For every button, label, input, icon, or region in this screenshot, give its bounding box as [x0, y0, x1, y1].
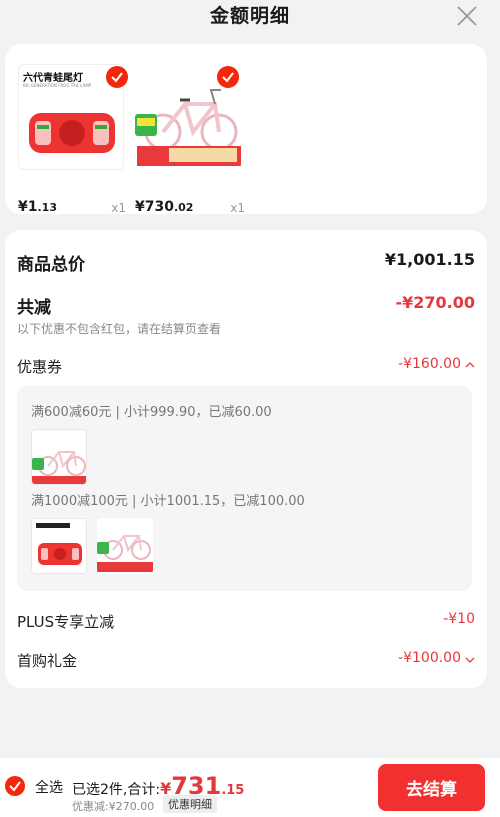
checkout-button[interactable]: 去结算 [378, 764, 485, 811]
reduce-value: -¥270.00 [395, 293, 475, 312]
discount-note: 以下优惠不包含红包，请在结算页查看 [17, 322, 222, 336]
gift-value: -¥100.00 [398, 650, 461, 666]
product-qty: x1 [230, 201, 245, 215]
coupon-rule-1000: 满1000减100元 | 小计1001.15，已减100.00 [31, 494, 305, 509]
price-dec: .02 [173, 201, 194, 214]
chevron-up-icon[interactable] [465, 360, 475, 370]
header: 金额明细 [0, 0, 500, 34]
total-row: 商品总价 ¥1,001.15 [17, 250, 475, 275]
tail-lamp-thumb [36, 523, 82, 565]
check-icon [111, 72, 123, 83]
gift-row[interactable]: 首购礼金 -¥100.00 [17, 650, 475, 671]
page-title: 金额明细 [209, 5, 290, 27]
coupon-item-tail-lamp [31, 518, 87, 574]
product-item-bike[interactable]: ¥730.02 x1 [135, 64, 245, 215]
bike-thumb [32, 451, 86, 484]
price-dec: .13 [37, 201, 57, 214]
gift-label: 首购礼金 [17, 652, 78, 670]
amount-detail-card: 商品总价 ¥1,001.15 共减 -¥270.00 以下优惠不包含红包，请在结… [5, 230, 487, 688]
coupon-item-bike [97, 518, 153, 574]
reduce-row: 共减 -¥270.00 [17, 293, 475, 318]
select-all-checkbox[interactable] [5, 776, 25, 796]
selected-count-text: 已选2件,合计: [72, 782, 161, 798]
chevron-down-icon[interactable] [465, 655, 475, 665]
product-checkbox[interactable] [217, 66, 239, 88]
price-int: ¥1 [18, 199, 38, 215]
discount-summary: 优惠减:¥270.00 [72, 800, 155, 813]
total-dec: .15 [221, 783, 245, 798]
total-label: 商品总价 [17, 255, 85, 275]
coupon-detail-box: 满600减60元 | 小计999.90，已减60.00 满1000减100元 |… [17, 386, 472, 591]
cart-total: 已选2件,合计:¥731.15 [72, 772, 244, 800]
reduce-label: 共减 [17, 298, 51, 318]
coupon-item-bike [31, 429, 87, 485]
product-price: ¥1.13 [18, 199, 57, 215]
check-icon [222, 72, 234, 83]
product-checkbox[interactable] [106, 66, 128, 88]
products-card: 六代青蛙尾灯 6th GENERATION FROG TAIL LAMP ¥1.… [5, 44, 487, 215]
discount-detail-button[interactable]: 优惠明细 [163, 795, 217, 813]
bottom-bar: 全选 已选2件,合计:¥731.15 优惠减:¥270.00 优惠明细 去结算 [0, 758, 500, 817]
coupon-value: -¥160.00 [398, 356, 461, 372]
close-icon[interactable] [456, 5, 478, 27]
plus-value: -¥10 [443, 611, 475, 627]
coupon-rule-600: 满600减60元 | 小计999.90，已减60.00 [31, 405, 272, 420]
select-all-label[interactable]: 全选 [35, 777, 63, 797]
product-item-tail-lamp[interactable]: 六代青蛙尾灯 6th GENERATION FROG TAIL LAMP ¥1.… [18, 64, 128, 215]
plus-row: PLUS专享立减 -¥10 [17, 611, 475, 632]
check-icon [9, 781, 21, 792]
plus-label: PLUS专享立减 [17, 613, 115, 631]
bike-thumb [97, 535, 153, 572]
product-price: ¥730.02 [135, 199, 193, 215]
product-qty: x1 [111, 201, 126, 215]
total-value: ¥1,001.15 [384, 250, 475, 269]
price-int: ¥730 [135, 199, 174, 215]
coupon-label: 优惠券 [17, 358, 63, 376]
coupon-row[interactable]: 优惠券 -¥160.00 [17, 356, 475, 377]
